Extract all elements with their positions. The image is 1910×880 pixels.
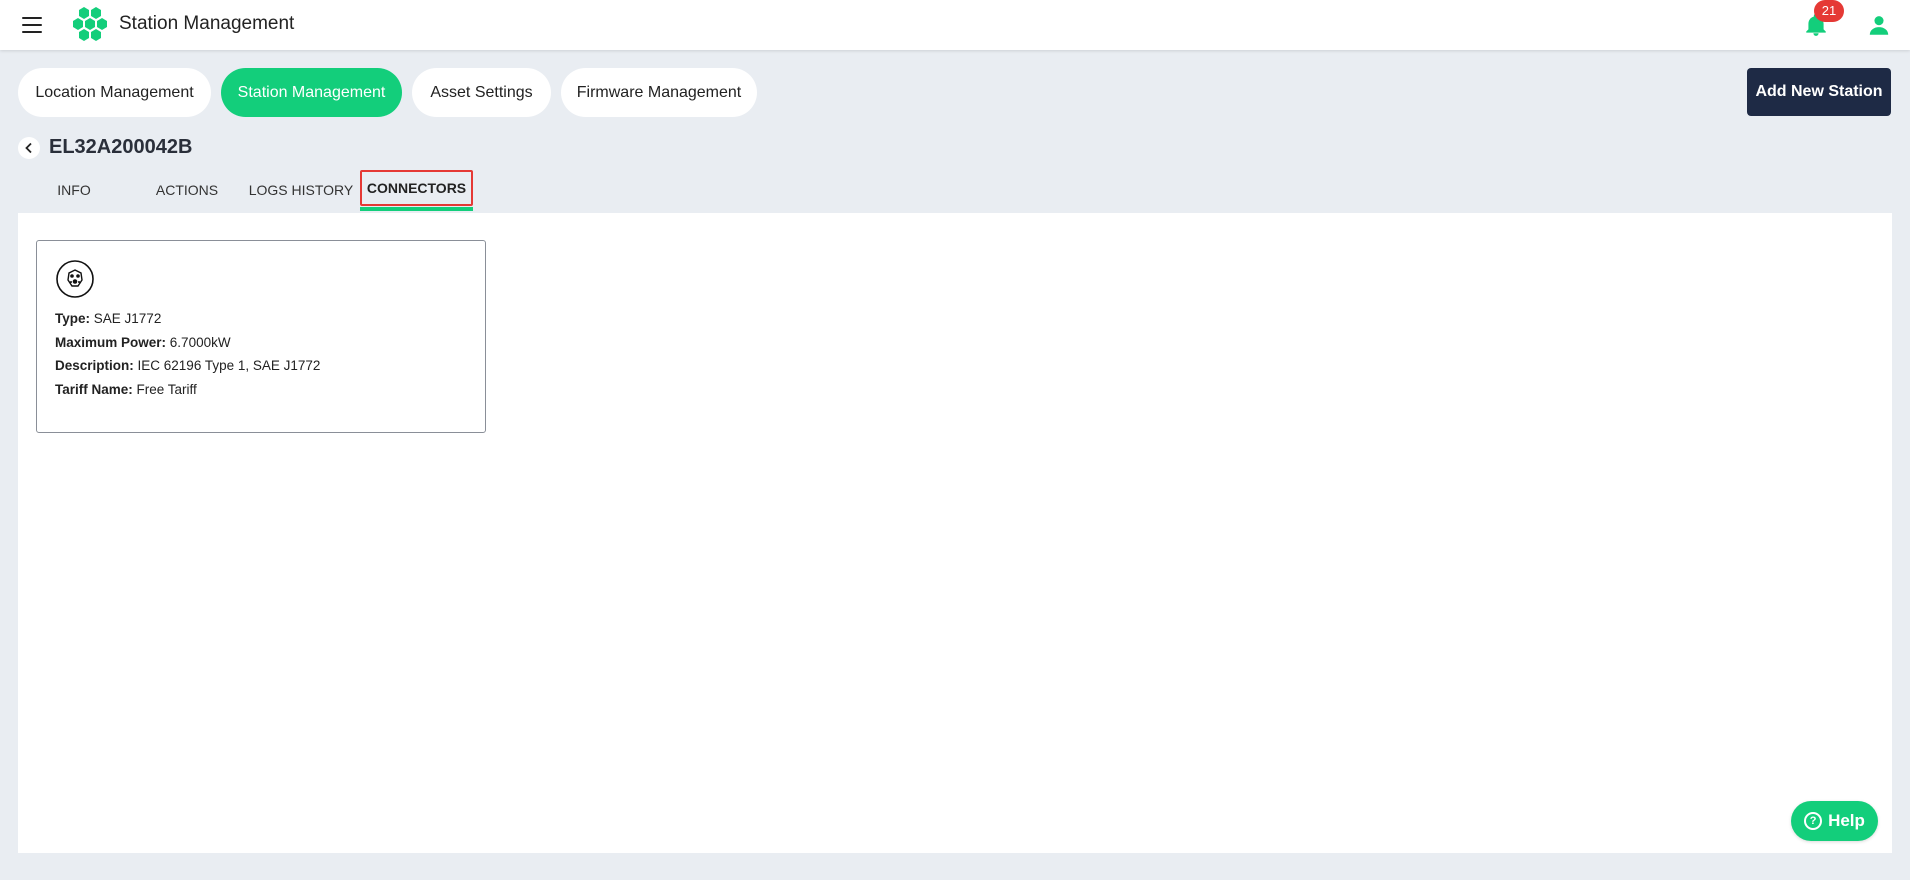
add-new-station-button[interactable]: Add New Station — [1747, 68, 1891, 116]
chevron-left-icon — [25, 142, 32, 154]
connector-card: Type: SAE J1772 Maximum Power: 6.7000kW … — [36, 240, 486, 433]
nav-asset-settings[interactable]: Asset Settings — [412, 68, 551, 117]
station-id-title: EL32A200042B — [49, 136, 193, 158]
connector-icon — [56, 260, 94, 298]
help-label: Help — [1828, 811, 1865, 830]
connector-max-power: Maximum Power: 6.7000kW — [55, 335, 231, 350]
notification-count-badge: 21 — [1814, 0, 1844, 22]
connector-description: Description: IEC 62196 Type 1, SAE J1772 — [55, 358, 321, 373]
top-bar: Station Management 21 — [0, 0, 1910, 50]
hamburger-menu-icon[interactable] — [20, 13, 44, 37]
tab-connectors[interactable]: CONNECTORS — [360, 170, 473, 206]
hexagon-logo-icon — [73, 7, 107, 41]
nav-firmware-management[interactable]: Firmware Management — [561, 68, 757, 117]
connector-type: Type: SAE J1772 — [55, 311, 162, 326]
question-mark-icon: ? — [1804, 812, 1823, 830]
nav-location-management[interactable]: Location Management — [18, 68, 211, 117]
tab-info[interactable]: INFO — [30, 175, 118, 205]
app-title: Station Management — [119, 13, 295, 34]
help-button[interactable]: ? Help — [1791, 801, 1878, 841]
nav-station-management[interactable]: Station Management — [221, 68, 402, 117]
user-profile-icon[interactable] — [1866, 12, 1892, 38]
tab-logs-history[interactable]: LOGS HISTORY — [248, 175, 354, 205]
connector-tariff-name: Tariff Name: Free Tariff — [55, 382, 197, 397]
tab-actions[interactable]: ACTIONS — [140, 175, 234, 205]
active-tab-indicator — [360, 207, 473, 211]
back-button[interactable] — [18, 137, 40, 159]
